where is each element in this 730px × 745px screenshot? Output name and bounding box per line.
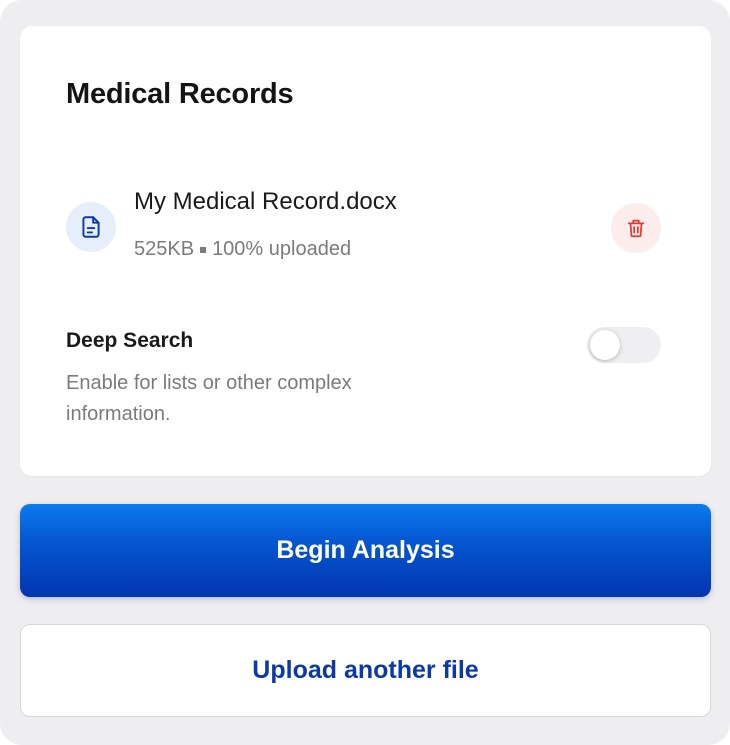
delete-file-button[interactable] bbox=[611, 203, 661, 253]
deep-search-toggle[interactable] bbox=[587, 327, 661, 363]
deep-search-label: Deep Search bbox=[66, 329, 194, 352]
upload-status: 100% uploaded bbox=[212, 238, 352, 260]
deep-search-description: Enable for lists or other complex inform… bbox=[66, 372, 352, 425]
file-name: My Medical Record.docx bbox=[134, 188, 397, 215]
toggle-knob bbox=[590, 330, 620, 360]
upload-another-file-button[interactable]: Upload another file bbox=[20, 624, 711, 717]
separator-dot bbox=[200, 246, 207, 253]
begin-analysis-button[interactable]: Begin Analysis bbox=[20, 504, 711, 597]
trash-icon bbox=[627, 219, 645, 238]
card-title: Medical Records bbox=[66, 78, 294, 110]
upload-panel: Medical Records My Medical Record.docx 5… bbox=[0, 0, 730, 745]
document-icon bbox=[82, 216, 100, 238]
file-icon-badge bbox=[66, 202, 116, 252]
file-meta: 525KB 100% uploaded bbox=[134, 238, 351, 261]
medical-records-card: Medical Records My Medical Record.docx 5… bbox=[20, 26, 711, 476]
file-size: 525KB bbox=[134, 238, 195, 260]
